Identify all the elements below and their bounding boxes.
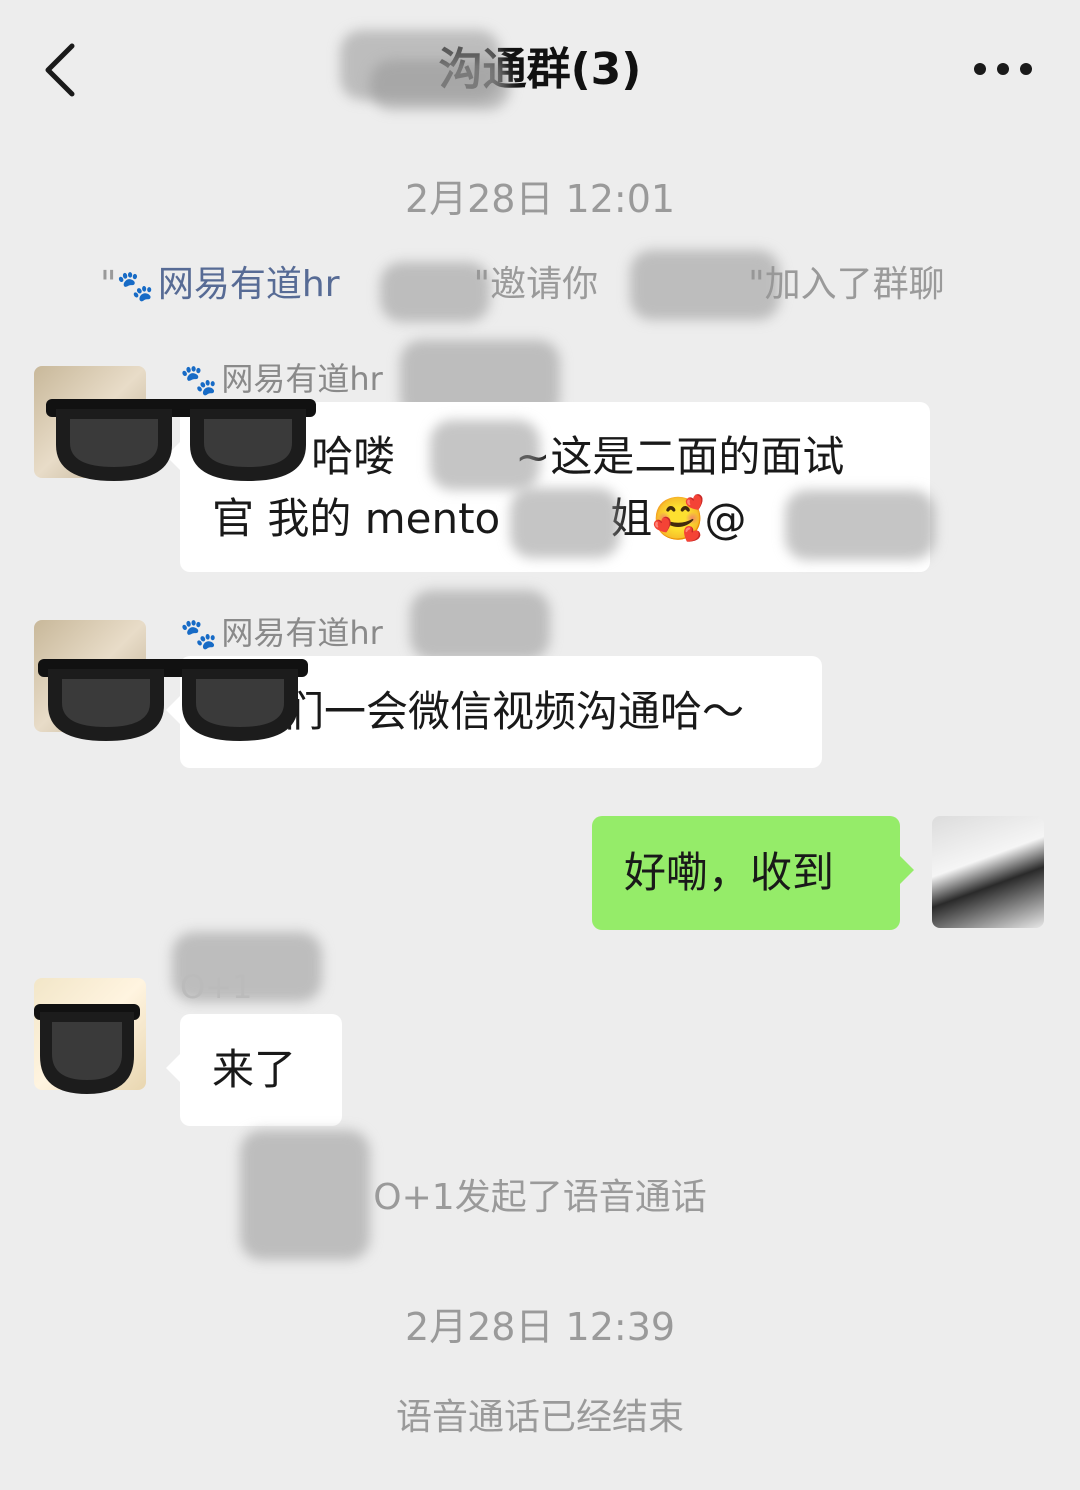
message-text: 来了 [212, 1045, 297, 1094]
sender-name: 🐾 网易有道hr [180, 614, 383, 652]
system-message: O+1发起了语音通话 [373, 1177, 707, 1218]
paw-icon: 🐾 [180, 363, 218, 398]
sunglasses-sticker [38, 659, 308, 741]
message-text: 们一会微信视频沟通哈～ [282, 687, 745, 736]
message-bubble[interactable]: 来了 [166, 1014, 342, 1126]
redaction-blur [410, 590, 550, 660]
timestamp: 2月28日 12:01 [404, 177, 676, 221]
sunglasses-sticker [46, 399, 316, 481]
redaction-blur [370, 60, 510, 110]
redaction-blur [430, 420, 540, 490]
message-text: 官 我的 mento [212, 494, 501, 543]
message-text: 好嘞，收到 [624, 848, 835, 897]
sender-name: 🐾 网易有道hr [180, 360, 383, 398]
paw-icon: 🐾 [116, 269, 154, 304]
paw-icon: 🐾 [180, 617, 218, 652]
redaction-blur [630, 250, 780, 320]
message-text: ~这是二面的面试 [515, 432, 845, 481]
quote-mark: " [100, 264, 117, 305]
redaction-blur [380, 262, 490, 322]
timestamp: 2月28日 12:39 [404, 1305, 676, 1349]
sender-name: O+1 [180, 968, 253, 1006]
my-message-bubble[interactable]: 好嘞，收到 [592, 816, 914, 930]
sunglasses-sticker [34, 1004, 140, 1094]
redaction-blur [785, 490, 935, 560]
invite-middle-text: "邀请你 [473, 264, 599, 305]
invite-notice: "🐾 网易有道hr "邀请你 "加入了群聊 [100, 258, 945, 314]
redaction-blur [510, 488, 620, 558]
message-text: 姐🥰@ [610, 494, 747, 543]
chat-title: 沟通群(3) [438, 44, 642, 95]
more-button[interactable] [968, 52, 1038, 86]
my-avatar[interactable] [932, 816, 1044, 928]
system-message: 语音通话已经结束 [395, 1397, 684, 1438]
more-dots-icon [974, 63, 1032, 75]
inviter-link[interactable]: 网易有道hr [158, 264, 340, 305]
